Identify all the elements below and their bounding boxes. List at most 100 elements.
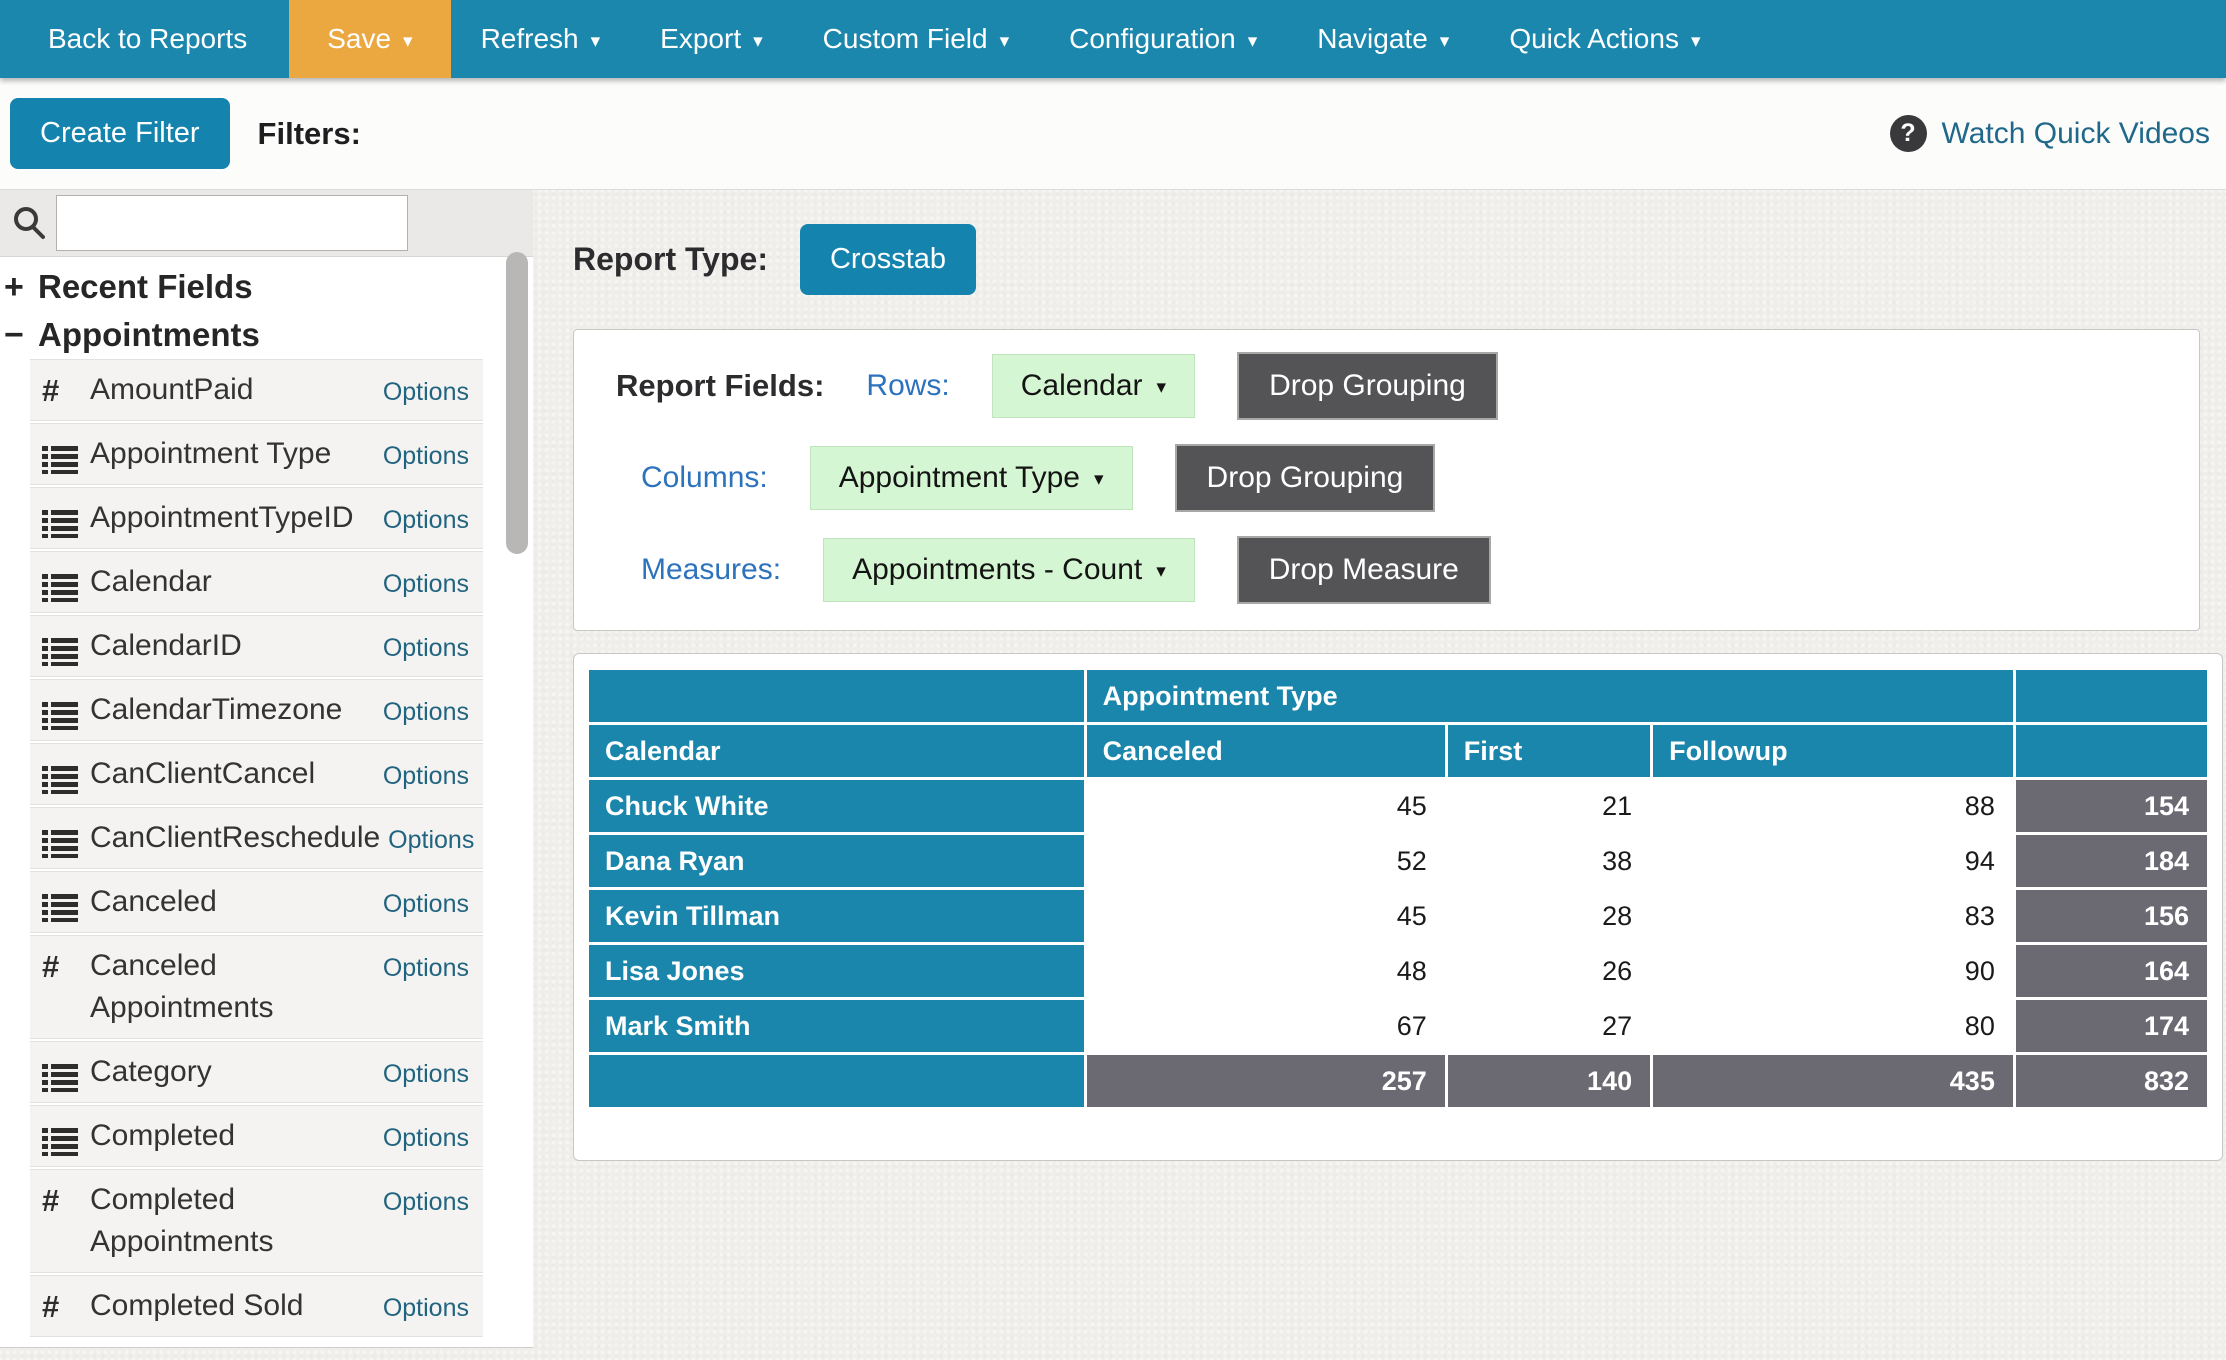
nav-item-label: Save <box>327 23 391 55</box>
field-name: AmountPaid <box>90 369 383 411</box>
row-total-cell: 154 <box>2016 780 2207 832</box>
column-group-header-row: Appointment Type <box>589 670 2207 722</box>
measures-value: Appointments - Count <box>852 553 1142 587</box>
field-item-canceled-appointments[interactable]: # Canceled Appointments Options <box>30 935 483 1039</box>
field-name: Calendar <box>90 561 383 603</box>
columns-label: Columns: <box>641 461 768 495</box>
caret-down-icon: ▾ <box>1094 468 1104 491</box>
rows-drop-grouping-target[interactable]: Drop Grouping <box>1237 352 1498 420</box>
field-item-amountpaid[interactable]: # AmountPaid Options <box>30 359 483 421</box>
field-options-link[interactable]: Options <box>388 826 474 855</box>
nav-item-label: Export <box>660 23 741 55</box>
field-options-link[interactable]: Options <box>383 378 469 407</box>
field-options-link[interactable]: Options <box>383 1188 469 1217</box>
nav-navigate[interactable]: Navigate ▾ <box>1287 0 1479 78</box>
rows-grouping-dropdown[interactable]: Calendar ▾ <box>992 354 1195 418</box>
field-options-link[interactable]: Options <box>383 954 469 983</box>
field-options-link[interactable]: Options <box>383 1060 469 1089</box>
row-total-cell: 156 <box>2016 890 2207 942</box>
nav-item-label: Refresh <box>481 23 579 55</box>
collapse-minus-icon[interactable]: − <box>4 313 38 357</box>
field-item-appointment-type[interactable]: Appointment Type Options <box>30 423 483 485</box>
measures-drop-target[interactable]: Drop Measure <box>1237 536 1491 604</box>
total-corner-cell <box>2016 670 2207 722</box>
value-cell: 83 <box>1653 890 2013 942</box>
help-icon[interactable]: ? <box>1890 115 1927 152</box>
group-label: Recent Fields <box>38 265 253 309</box>
crosstab-table: Appointment Type Calendar Canceled First… <box>586 667 2210 1110</box>
field-name: Completed Appointments <box>90 1179 383 1263</box>
field-item-completed-sold[interactable]: # Completed Sold Options <box>30 1275 483 1337</box>
value-cell: 45 <box>1087 780 1445 832</box>
expand-plus-icon[interactable]: + <box>4 265 38 309</box>
nav-refresh[interactable]: Refresh ▾ <box>451 0 631 78</box>
field-options-link[interactable]: Options <box>383 442 469 471</box>
field-item-calendarid[interactable]: CalendarID Options <box>30 615 483 677</box>
field-search-input[interactable] <box>56 195 408 251</box>
field-item-completed-appointments[interactable]: # Completed Appointments Options <box>30 1169 483 1273</box>
field-options-link[interactable]: Options <box>383 890 469 919</box>
columns-drop-grouping-target[interactable]: Drop Grouping <box>1175 444 1436 512</box>
content-area: + Recent Fields − Appointments # AmountP… <box>0 190 2226 1360</box>
report-fields-panel: Report Fields: Rows: Calendar ▾ Drop Gro… <box>573 329 2200 631</box>
search-icon <box>10 204 48 242</box>
field-item-appointmenttypeid[interactable]: AppointmentTypeID Options <box>30 487 483 549</box>
nav-configuration[interactable]: Configuration ▾ <box>1039 0 1287 78</box>
report-type-crosstab-button[interactable]: Crosstab <box>800 224 976 295</box>
nav-export[interactable]: Export ▾ <box>630 0 792 78</box>
columns-grouping-dropdown[interactable]: Appointment Type ▾ <box>810 446 1133 510</box>
column-total-cell: 140 <box>1448 1055 1650 1107</box>
field-options-link[interactable]: Options <box>383 762 469 791</box>
filter-toolbar: Create Filter Filters: ? Watch Quick Vid… <box>0 78 2226 190</box>
field-options-link[interactable]: Options <box>383 1124 469 1153</box>
caret-down-icon: ▾ <box>1248 30 1258 53</box>
watch-quick-videos-link[interactable]: Watch Quick Videos <box>1942 117 2210 151</box>
field-options-link[interactable]: Options <box>383 1294 469 1323</box>
field-item-canceled[interactable]: Canceled Options <box>30 871 483 933</box>
column-total-cell: 435 <box>1653 1055 2013 1107</box>
field-item-canclientcancel[interactable]: CanClientCancel Options <box>30 743 483 805</box>
field-options-link[interactable]: Options <box>383 698 469 727</box>
nav-item-label: Quick Actions <box>1509 23 1679 55</box>
caret-down-icon: ▾ <box>403 30 413 53</box>
row-label: Mark Smith <box>589 1000 1084 1052</box>
value-cell: 21 <box>1448 780 1650 832</box>
value-cell: 28 <box>1448 890 1650 942</box>
field-options-link[interactable]: Options <box>383 570 469 599</box>
sidebar-scrollbar[interactable] <box>506 252 528 554</box>
column-group-header: Appointment Type <box>1087 670 2013 722</box>
field-item-canclientreschedule[interactable]: CanClientReschedule Options <box>30 807 483 869</box>
nav-back-to-reports[interactable]: Back to Reports <box>0 0 289 78</box>
group-label: Appointments <box>38 313 260 357</box>
column-header: Canceled <box>1087 725 1445 777</box>
columns-grouping-value: Appointment Type <box>839 461 1080 495</box>
measures-dropdown[interactable]: Appointments - Count ▾ <box>823 538 1195 602</box>
field-item-calendar[interactable]: Calendar Options <box>30 551 483 613</box>
value-cell: 45 <box>1087 890 1445 942</box>
nav-quick-actions[interactable]: Quick Actions ▾ <box>1479 0 1730 78</box>
value-cell: 48 <box>1087 945 1445 997</box>
row-label: Chuck White <box>589 780 1084 832</box>
field-item-calendartimezone[interactable]: CalendarTimezone Options <box>30 679 483 741</box>
nav-item-label: Back to Reports <box>48 23 247 55</box>
group-recent-fields[interactable]: + Recent Fields <box>0 263 533 311</box>
nav-custom-field[interactable]: Custom Field ▾ <box>793 0 1039 78</box>
field-search-row <box>0 190 533 257</box>
create-filter-button[interactable]: Create Filter <box>10 98 230 169</box>
field-name: Appointment Type <box>90 433 383 475</box>
table-row: Mark Smith 67 27 80 174 <box>589 1000 2207 1052</box>
value-cell: 90 <box>1653 945 2013 997</box>
caret-down-icon: ▾ <box>753 30 763 53</box>
field-item-category[interactable]: Category Options <box>30 1041 483 1103</box>
top-nav: Back to Reports Save ▾ Refresh ▾ Export … <box>0 0 2226 78</box>
row-label: Dana Ryan <box>589 835 1084 887</box>
group-appointments[interactable]: − Appointments <box>0 311 533 359</box>
report-fields-label: Report Fields: <box>616 368 824 404</box>
nav-item-label: Navigate <box>1317 23 1428 55</box>
column-total-cell: 257 <box>1087 1055 1445 1107</box>
row-total-cell: 174 <box>2016 1000 2207 1052</box>
field-options-link[interactable]: Options <box>383 506 469 535</box>
nav-save-button[interactable]: Save ▾ <box>289 0 450 78</box>
field-options-link[interactable]: Options <box>383 634 469 663</box>
field-item-completed[interactable]: Completed Options <box>30 1105 483 1167</box>
